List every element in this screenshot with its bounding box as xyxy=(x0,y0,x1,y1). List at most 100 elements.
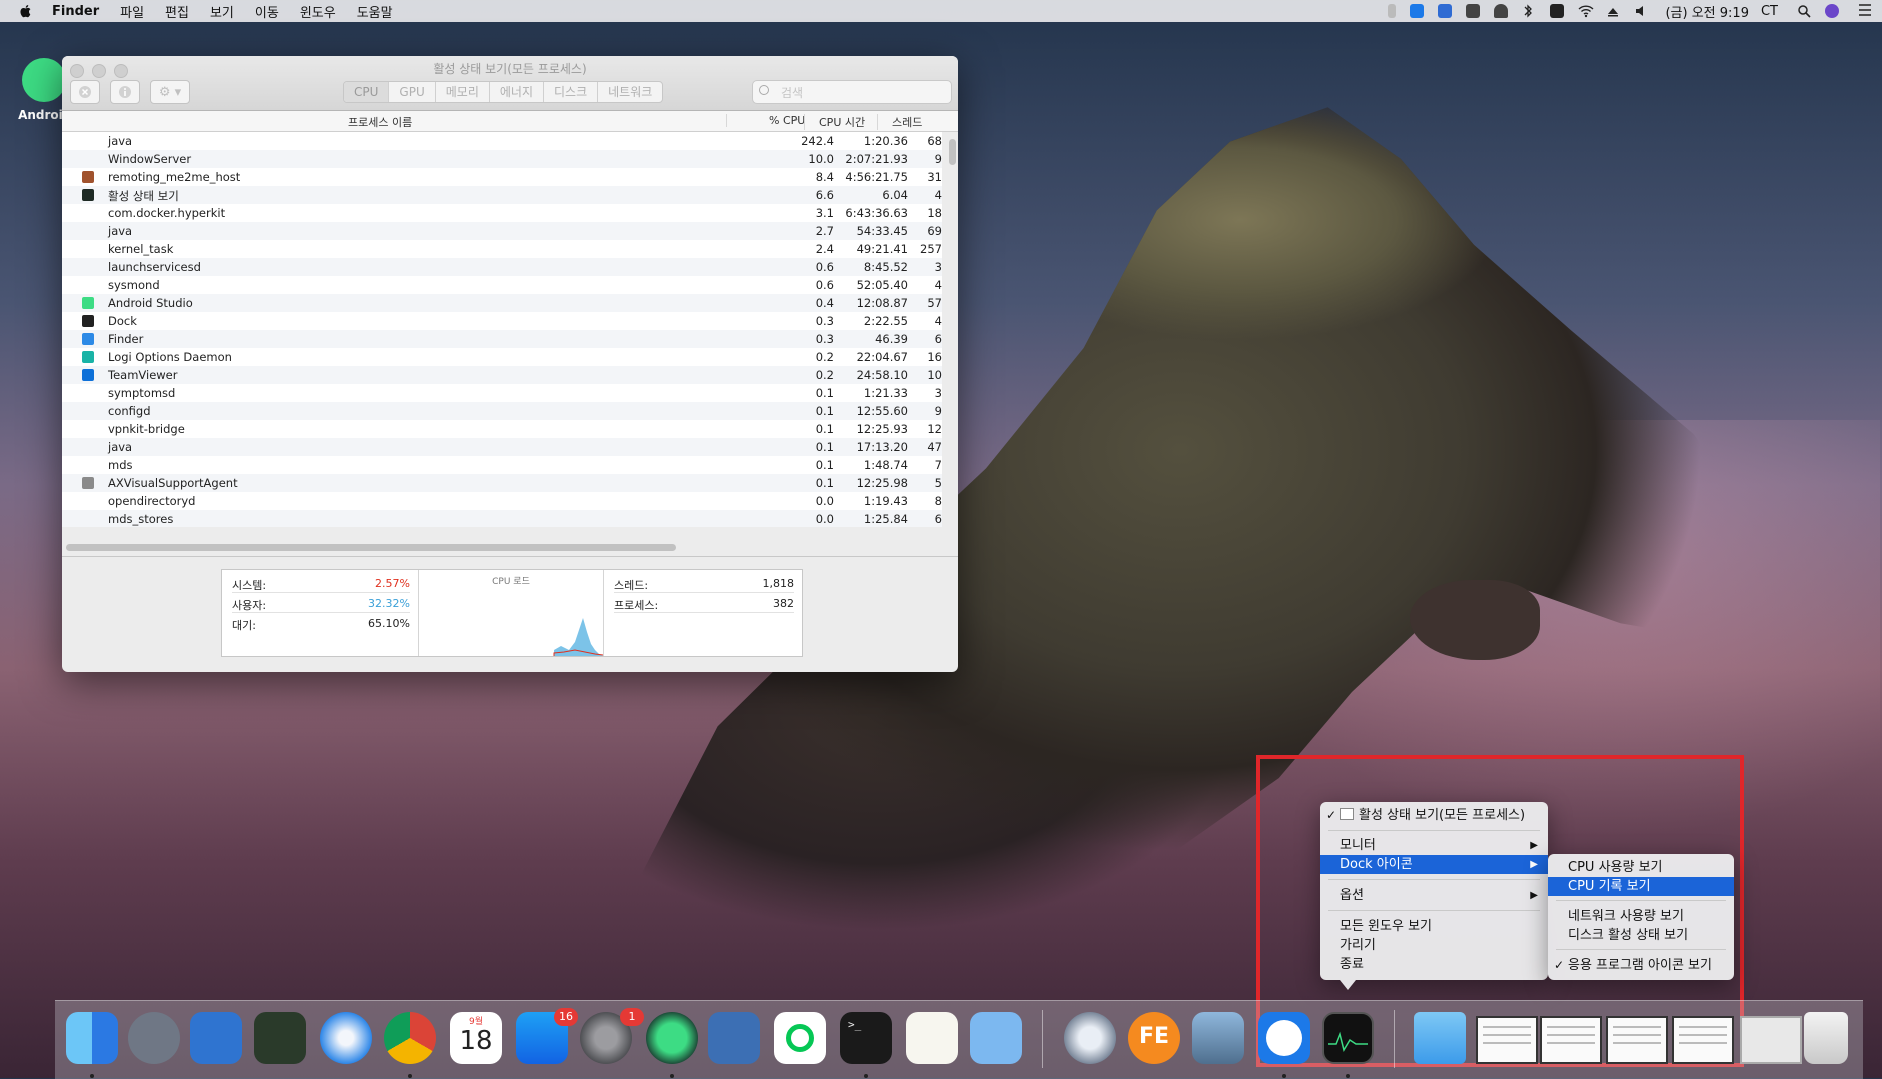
column-process-name[interactable]: 프로세스 이름 xyxy=(348,114,412,130)
table-row[interactable]: TeamViewer 0.2 24:58.10 10 xyxy=(62,366,942,384)
xcode-helper-icon[interactable] xyxy=(970,1012,1022,1064)
table-row[interactable]: vpnkit-bridge 0.1 12:25.93 12 xyxy=(62,420,942,438)
menu-item-window-activity-monitor[interactable]: ✓ 활성 상태 보기(모든 프로세스) xyxy=(1320,806,1548,825)
menu-item-dock-icon[interactable]: Dock 아이콘 ▶ xyxy=(1320,855,1548,874)
horizontal-scrollbar[interactable] xyxy=(66,544,676,551)
bluetooth-icon[interactable] xyxy=(1522,4,1536,18)
table-row[interactable]: configd 0.1 12:55.60 9 xyxy=(62,402,942,420)
trash-icon[interactable] xyxy=(1804,1012,1848,1064)
tab-gpu[interactable]: GPU xyxy=(389,82,436,102)
table-row[interactable]: java 0.1 17:13.20 47 xyxy=(62,438,942,456)
table-row[interactable]: com.docker.hyperkit 3.1 6:43:36.63 18 xyxy=(62,204,942,222)
table-row[interactable]: Logi Options Daemon 0.2 22:04.67 16 xyxy=(62,348,942,366)
ghost-icon[interactable] xyxy=(1494,4,1509,18)
submenu-item-app-icon[interactable]: ✓ 응용 프로그램 아이콘 보기 xyxy=(1548,956,1734,975)
menu-item-quit[interactable]: 종료 xyxy=(1320,955,1548,974)
menu-help[interactable]: 도움말 xyxy=(357,2,393,21)
line-icon[interactable] xyxy=(774,1012,826,1064)
tab-network[interactable]: 네트워크 xyxy=(598,82,662,102)
activity-monitor-dock-icon[interactable] xyxy=(1322,1012,1374,1064)
table-row[interactable]: java 242.4 1:20.36 68 xyxy=(62,132,942,150)
tab-disk[interactable]: 디스크 xyxy=(544,82,599,102)
minimized-window-thumb[interactable] xyxy=(1606,1016,1668,1064)
menubar-user[interactable]: CT xyxy=(1761,4,1778,19)
remote-icon[interactable] xyxy=(1438,4,1453,18)
table-row[interactable]: AXVisualSupportAgent 0.1 12:25.98 5 xyxy=(62,474,942,492)
vertical-scrollbar[interactable] xyxy=(949,139,956,165)
menu-item-monitor[interactable]: 모니터 ▶ xyxy=(1320,836,1548,855)
tab-memory[interactable]: 메모리 xyxy=(436,82,490,102)
calendar-icon[interactable]: 9월 18 xyxy=(450,1012,502,1064)
table-row[interactable]: Finder 0.3 46.39 6 xyxy=(62,330,942,348)
table-row[interactable]: WindowServer 10.0 2:07:21.93 9 xyxy=(62,150,942,168)
table-row[interactable]: Dock 0.3 2:22.55 4 xyxy=(62,312,942,330)
image-capture-icon[interactable] xyxy=(254,1012,306,1064)
table-row[interactable]: launchservicesd 0.6 8:45.52 3 xyxy=(62,258,942,276)
minimized-window-thumb[interactable] xyxy=(1672,1016,1734,1064)
menu-window[interactable]: 윈도우 xyxy=(300,2,336,21)
camo-icon[interactable] xyxy=(1064,1012,1116,1064)
stop-process-button[interactable] xyxy=(70,80,100,104)
table-row[interactable]: sysmond 0.6 52:05.40 4 xyxy=(62,276,942,294)
finder-icon[interactable] xyxy=(66,1012,118,1064)
mission-control-icon[interactable] xyxy=(190,1012,242,1064)
minimized-window-thumb[interactable] xyxy=(1540,1016,1602,1064)
korean-input-icon[interactable] xyxy=(1550,4,1565,18)
table-row[interactable]: Android Studio 0.4 12:08.87 57 xyxy=(62,294,942,312)
table-row[interactable]: 활성 상태 보기 6.6 6.04 4 xyxy=(62,186,942,204)
action-gear-button[interactable]: ⚙ ▾ xyxy=(150,80,190,104)
menu-go[interactable]: 이동 xyxy=(255,2,279,21)
apple-icon[interactable] xyxy=(18,3,34,19)
search-input[interactable]: 검색 xyxy=(752,80,952,104)
docker-icon[interactable] xyxy=(1466,4,1481,18)
spotlight-search-icon[interactable] xyxy=(1797,4,1811,18)
tab-cpu[interactable]: CPU xyxy=(344,82,390,102)
submenu-item-cpu-history[interactable]: CPU 기록 보기 xyxy=(1548,877,1734,896)
tab-energy[interactable]: 에너지 xyxy=(490,82,544,102)
table-row[interactable]: mds_stores 0.0 1:25.84 6 xyxy=(62,510,942,527)
minimized-window-thumb[interactable] xyxy=(1476,1016,1538,1064)
submenu-item-network-usage[interactable]: 네트워크 사용량 보기 xyxy=(1548,907,1734,926)
safari-icon[interactable] xyxy=(320,1012,372,1064)
table-row[interactable]: mds 0.1 1:48.74 7 xyxy=(62,456,942,474)
airplay-icon[interactable] xyxy=(1606,4,1620,18)
menu-file[interactable]: 파일 xyxy=(120,2,144,21)
menu-view[interactable]: 보기 xyxy=(210,2,234,21)
textedit-icon[interactable] xyxy=(906,1012,958,1064)
virtualbox-icon[interactable] xyxy=(708,1012,760,1064)
process-name: mds xyxy=(108,458,133,472)
launchpad-icon[interactable] xyxy=(128,1012,180,1064)
downloads-folder-icon[interactable] xyxy=(1414,1012,1466,1064)
fe-file-explorer-icon[interactable]: FE xyxy=(1128,1012,1180,1064)
menu-item-hide[interactable]: 가리기 xyxy=(1320,936,1548,955)
column-threads[interactable]: 스레드 xyxy=(877,114,922,130)
minimized-window-thumb[interactable] xyxy=(1740,1016,1802,1064)
process-cpu: 0.6 xyxy=(815,260,834,274)
android-studio-dock-icon[interactable] xyxy=(646,1012,698,1064)
preview-icon[interactable] xyxy=(1192,1012,1244,1064)
siri-icon[interactable] xyxy=(1825,4,1839,18)
battery-icon[interactable] xyxy=(1388,4,1397,18)
terminal-icon[interactable]: >_ xyxy=(840,1012,892,1064)
submenu-item-disk-activity[interactable]: 디스크 활성 상태 보기 xyxy=(1548,926,1734,945)
table-row[interactable]: remoting_me2me_host 8.4 4:56:21.75 31 xyxy=(62,168,942,186)
submenu-item-cpu-usage[interactable]: CPU 사용량 보기 xyxy=(1548,858,1734,877)
volume-icon[interactable] xyxy=(1634,4,1648,18)
menubar-clock[interactable]: (금) 오전 9:19 xyxy=(1665,2,1748,21)
notification-center-icon[interactable] xyxy=(1858,4,1872,18)
table-row[interactable]: java 2.7 54:33.45 69 xyxy=(62,222,942,240)
menu-item-show-all-windows[interactable]: 모든 윈도우 보기 xyxy=(1320,917,1548,936)
table-row[interactable]: opendirectoryd 0.0 1:19.43 8 xyxy=(62,492,942,510)
menu-edit[interactable]: 편집 xyxy=(165,2,189,21)
column-cpu-time[interactable]: CPU 시간 xyxy=(804,114,865,130)
teamviewer-icon[interactable] xyxy=(1258,1012,1310,1064)
menu-item-options[interactable]: 옵션 ▶ xyxy=(1320,886,1548,905)
table-row[interactable]: kernel_task 2.4 49:21.41 257 xyxy=(62,240,942,258)
window-icon xyxy=(1340,808,1354,820)
chrome-icon[interactable] xyxy=(384,1012,436,1064)
inspect-process-button[interactable] xyxy=(110,80,140,104)
teamviewer-status-icon[interactable] xyxy=(1410,4,1425,18)
wifi-icon[interactable] xyxy=(1578,4,1594,18)
table-row[interactable]: symptomsd 0.1 1:21.33 3 xyxy=(62,384,942,402)
menu-app-name[interactable]: Finder xyxy=(52,4,99,19)
